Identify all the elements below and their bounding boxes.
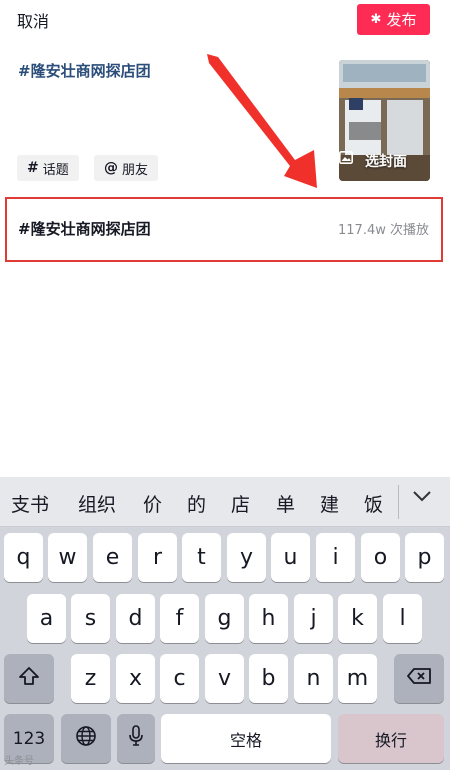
- key-u[interactable]: u: [271, 533, 310, 582]
- backspace-icon: [406, 666, 432, 691]
- key-w[interactable]: w: [48, 533, 87, 582]
- key-j[interactable]: j: [294, 594, 333, 643]
- caption-input[interactable]: #隆安壮商网探店团: [18, 60, 151, 81]
- sparkle-icon: ✱: [370, 12, 382, 27]
- space-key[interactable]: 空格: [161, 714, 331, 763]
- at-icon: @: [104, 160, 118, 176]
- key-o[interactable]: o: [361, 533, 400, 582]
- key-q[interactable]: q: [4, 533, 43, 582]
- key-m[interactable]: m: [338, 654, 377, 703]
- key-t[interactable]: t: [182, 533, 221, 582]
- candidate-word[interactable]: 组织: [78, 490, 116, 517]
- publish-label: 发布: [386, 11, 417, 29]
- key-v[interactable]: v: [205, 654, 244, 703]
- select-cover-button[interactable]: 选封面: [339, 151, 430, 171]
- key-p[interactable]: p: [405, 533, 444, 582]
- key-d[interactable]: d: [116, 594, 155, 643]
- cover-thumbnail[interactable]: 选封面: [339, 60, 430, 181]
- key-i[interactable]: i: [316, 533, 355, 582]
- key-l[interactable]: l: [383, 594, 422, 643]
- key-r[interactable]: r: [138, 533, 177, 582]
- microphone-icon: [128, 724, 144, 753]
- globe-key[interactable]: [61, 714, 111, 763]
- mention-chip-label: 朋友: [122, 162, 149, 178]
- key-h[interactable]: h: [249, 594, 288, 643]
- key-n[interactable]: n: [294, 654, 333, 703]
- topic-chip[interactable]: # 话题: [17, 155, 79, 181]
- key-k[interactable]: k: [338, 594, 377, 643]
- suggestion-tag: #隆安壮商网探店团: [18, 220, 151, 238]
- hashtag-icon: #: [27, 160, 39, 176]
- key-c[interactable]: c: [160, 654, 199, 703]
- publish-button[interactable]: ✱ 发布: [357, 4, 430, 35]
- delete-key[interactable]: [394, 654, 444, 703]
- key-f[interactable]: f: [160, 594, 199, 643]
- suggestion-play-count: 117.4w 次播放: [338, 223, 429, 238]
- mention-chip[interactable]: @ 朋友: [94, 155, 159, 181]
- select-cover-label: 选封面: [365, 154, 407, 170]
- topic-chip-label: 话题: [42, 162, 69, 178]
- candidate-bar: 支书 组织 价 的 店 单 建 饭: [0, 477, 450, 527]
- key-g[interactable]: g: [205, 594, 244, 643]
- shift-key[interactable]: [4, 654, 54, 703]
- key-x[interactable]: x: [116, 654, 155, 703]
- dictation-key[interactable]: [117, 714, 155, 763]
- keyboard: 支书 组织 价 的 店 单 建 饭 q w e r t y u i o p a …: [0, 477, 450, 770]
- candidate-word[interactable]: 建: [320, 490, 339, 517]
- candidate-word[interactable]: 单: [276, 490, 295, 517]
- globe-icon: [75, 725, 97, 753]
- return-key[interactable]: 换行: [338, 714, 444, 763]
- key-b[interactable]: b: [249, 654, 288, 703]
- candidate-word[interactable]: 饭: [364, 490, 383, 517]
- key-z[interactable]: z: [71, 654, 110, 703]
- candidate-word[interactable]: 的: [187, 490, 206, 517]
- key-a[interactable]: a: [27, 594, 66, 643]
- hashtag-suggestion-row[interactable]: #隆安壮商网探店团 117.4w 次播放: [5, 197, 443, 262]
- candidate-word[interactable]: 店: [231, 490, 250, 517]
- chevron-down-icon[interactable]: [412, 487, 432, 508]
- candidate-word[interactable]: 支书: [11, 490, 49, 517]
- candidate-word[interactable]: 价: [143, 490, 162, 517]
- candidate-divider: [398, 485, 399, 519]
- key-s[interactable]: s: [71, 594, 110, 643]
- key-e[interactable]: e: [93, 533, 132, 582]
- key-y[interactable]: y: [227, 533, 266, 582]
- top-bar: 取消 ✱ 发布: [0, 0, 450, 40]
- watermark: 头条号: [4, 756, 34, 767]
- shift-icon: [18, 666, 40, 692]
- cancel-button[interactable]: 取消: [17, 8, 49, 32]
